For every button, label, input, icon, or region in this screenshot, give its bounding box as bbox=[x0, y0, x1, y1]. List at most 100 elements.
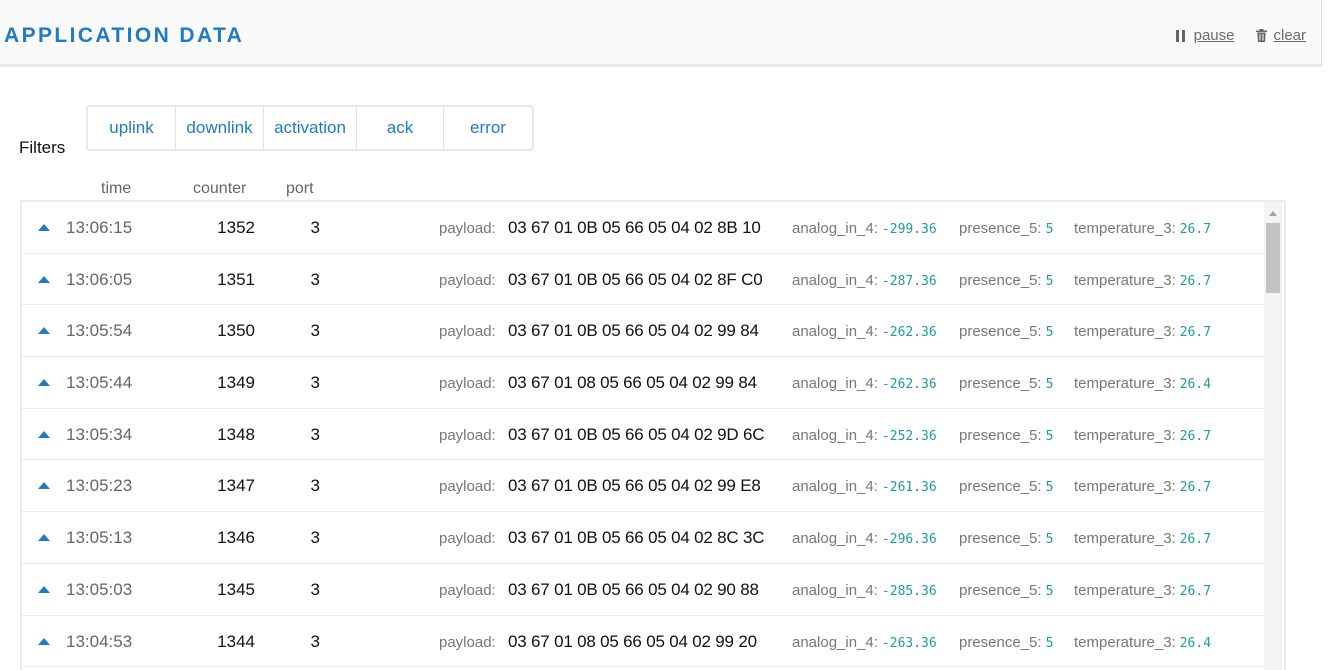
payload-value: 03 67 01 0B 05 66 05 04 02 99 E8 bbox=[508, 476, 761, 496]
analog-field: analog_in_4: -263.36 bbox=[792, 634, 937, 651]
presence-field: presence_5: 5 bbox=[959, 582, 1053, 599]
filter-ack-button[interactable]: ack bbox=[357, 107, 444, 149]
analog-value: -299.36 bbox=[881, 222, 937, 237]
row-port: 3 bbox=[310, 579, 320, 599]
row-port: 3 bbox=[310, 269, 320, 289]
presence-field: presence_5: 5 bbox=[959, 530, 1053, 547]
temperature-label: temperature_3: bbox=[1074, 220, 1176, 237]
payload-value: 03 67 01 08 05 66 05 04 02 99 84 bbox=[508, 373, 757, 393]
temperature-value: 26.7 bbox=[1179, 428, 1212, 444]
presence-value: 5 bbox=[1045, 273, 1054, 289]
presence-field: presence_5: 5 bbox=[959, 478, 1053, 495]
row-counter: 1345 bbox=[217, 579, 255, 599]
temperature-label: temperature_3: bbox=[1074, 633, 1176, 651]
row-port: 3 bbox=[310, 321, 320, 341]
scroll-thumb[interactable] bbox=[1266, 223, 1280, 293]
payload-value: 03 67 01 0B 05 66 05 04 02 90 88 bbox=[508, 579, 759, 599]
table-row[interactable]: 13:06:15 1352 3 payload: 03 67 01 0B 05 … bbox=[22, 202, 1264, 254]
table-row[interactable]: 13:05:13 1346 3 payload: 03 67 01 0B 05 … bbox=[22, 512, 1264, 564]
payload-value: 03 67 01 0B 05 66 05 04 02 9D 6C bbox=[508, 424, 765, 444]
analog-field: analog_in_4: -299.36 bbox=[792, 220, 937, 237]
row-time: 13:05:54 bbox=[66, 321, 133, 341]
table-row[interactable]: 13:05:03 1345 3 payload: 03 67 01 0B 05 … bbox=[22, 564, 1264, 616]
payload-label: payload: bbox=[439, 581, 496, 599]
payload-label: payload: bbox=[439, 478, 496, 496]
row-time: 13:05:23 bbox=[66, 476, 133, 496]
payload-label: payload: bbox=[439, 633, 496, 651]
row-counter: 1351 bbox=[217, 269, 255, 289]
payload-label: payload: bbox=[439, 271, 496, 289]
row-counter: 1344 bbox=[217, 631, 255, 651]
pause-button[interactable]: pause bbox=[1175, 27, 1234, 44]
payload-value: 03 67 01 0B 05 66 05 04 02 99 84 bbox=[508, 321, 759, 341]
row-counter: 1349 bbox=[217, 373, 255, 393]
filters-label: Filters bbox=[19, 138, 66, 157]
temperature-label: temperature_3: bbox=[1074, 323, 1176, 341]
temperature-label: temperature_3: bbox=[1074, 581, 1176, 599]
presence-label: presence_5: bbox=[959, 375, 1042, 393]
row-time: 13:06:05 bbox=[66, 269, 133, 289]
presence-value: 5 bbox=[1045, 222, 1054, 237]
row-counter: 1352 bbox=[217, 218, 255, 237]
uplink-arrow-icon bbox=[38, 637, 50, 645]
payload-label: payload: bbox=[439, 220, 496, 237]
temperature-value: 26.7 bbox=[1179, 222, 1212, 237]
analog-field: analog_in_4: -287.36 bbox=[792, 272, 937, 289]
analog-label: analog_in_4: bbox=[792, 323, 878, 341]
analog-label: analog_in_4: bbox=[792, 375, 878, 393]
uplink-arrow-icon bbox=[38, 482, 50, 490]
temperature-value: 26.7 bbox=[1179, 583, 1212, 599]
presence-value: 5 bbox=[1045, 635, 1054, 651]
presence-value: 5 bbox=[1045, 480, 1054, 496]
payload-label: payload: bbox=[439, 375, 496, 393]
presence-label: presence_5: bbox=[959, 426, 1042, 444]
table-row[interactable]: 13:05:54 1350 3 payload: 03 67 01 0B 05 … bbox=[22, 305, 1264, 358]
filter-downlink-button[interactable]: downlink bbox=[176, 107, 264, 149]
presence-value: 5 bbox=[1045, 325, 1054, 341]
uplink-arrow-icon bbox=[38, 224, 50, 231]
presence-value: 5 bbox=[1045, 377, 1054, 393]
row-port: 3 bbox=[310, 528, 320, 548]
uplink-arrow-icon bbox=[38, 534, 50, 542]
filter-error-button[interactable]: error bbox=[444, 107, 532, 149]
payload-value: 03 67 01 08 05 66 05 04 02 99 20 bbox=[508, 631, 757, 651]
header-actions: pause clear bbox=[1175, 27, 1306, 44]
presence-field: presence_5: 5 bbox=[959, 427, 1053, 444]
temperature-field: temperature_3: 26.4 bbox=[1074, 634, 1211, 651]
payload-value: 03 67 01 0B 05 66 05 04 02 8F C0 bbox=[508, 269, 763, 289]
filter-uplink-button[interactable]: uplink bbox=[88, 107, 176, 149]
presence-field: presence_5: 5 bbox=[959, 634, 1053, 651]
row-counter: 1347 bbox=[217, 476, 255, 496]
page-title: APPLICATION DATA bbox=[4, 24, 245, 47]
presence-label: presence_5: bbox=[959, 478, 1042, 496]
presence-value: 5 bbox=[1045, 428, 1054, 444]
temperature-field: temperature_3: 26.7 bbox=[1074, 272, 1211, 289]
temperature-label: temperature_3: bbox=[1074, 530, 1176, 548]
filter-activation-button[interactable]: activation bbox=[264, 107, 357, 149]
analog-field: analog_in_4: -252.36 bbox=[792, 427, 937, 444]
clear-button[interactable]: clear bbox=[1234, 27, 1306, 44]
row-time: 13:05:44 bbox=[66, 373, 133, 393]
temperature-value: 26.4 bbox=[1179, 377, 1212, 393]
data-rows: 13:06:15 1352 3 payload: 03 67 01 0B 05 … bbox=[22, 202, 1264, 668]
table-row[interactable]: 13:06:05 1351 3 payload: 03 67 01 0B 05 … bbox=[22, 254, 1264, 306]
table-row[interactable]: 13:04:53 1344 3 payload: 03 67 01 08 05 … bbox=[22, 616, 1264, 668]
vertical-scrollbar[interactable] bbox=[1264, 202, 1282, 670]
temperature-field: temperature_3: 26.7 bbox=[1074, 530, 1211, 547]
temperature-label: temperature_3: bbox=[1074, 426, 1176, 444]
table-row[interactable]: 13:05:23 1347 3 payload: 03 67 01 0B 05 … bbox=[22, 460, 1264, 513]
scroll-up-arrow-icon[interactable] bbox=[1269, 211, 1277, 216]
analog-field: analog_in_4: -262.36 bbox=[792, 323, 937, 340]
temperature-field: temperature_3: 26.4 bbox=[1074, 375, 1211, 392]
presence-label: presence_5: bbox=[959, 323, 1042, 341]
analog-field: analog_in_4: -296.36 bbox=[792, 530, 937, 547]
analog-label: analog_in_4: bbox=[792, 426, 878, 444]
presence-label: presence_5: bbox=[959, 633, 1042, 651]
presence-value: 5 bbox=[1045, 583, 1054, 599]
filter-group: uplink downlink activation ack error bbox=[86, 105, 534, 151]
trash-icon bbox=[1256, 29, 1268, 42]
table-row[interactable]: 13:05:34 1348 3 payload: 03 67 01 0B 05 … bbox=[22, 409, 1264, 461]
table-row[interactable]: 13:05:44 1349 3 payload: 03 67 01 08 05 … bbox=[22, 357, 1264, 409]
payload-label: payload: bbox=[439, 426, 496, 444]
payload-label: payload: bbox=[439, 530, 496, 548]
